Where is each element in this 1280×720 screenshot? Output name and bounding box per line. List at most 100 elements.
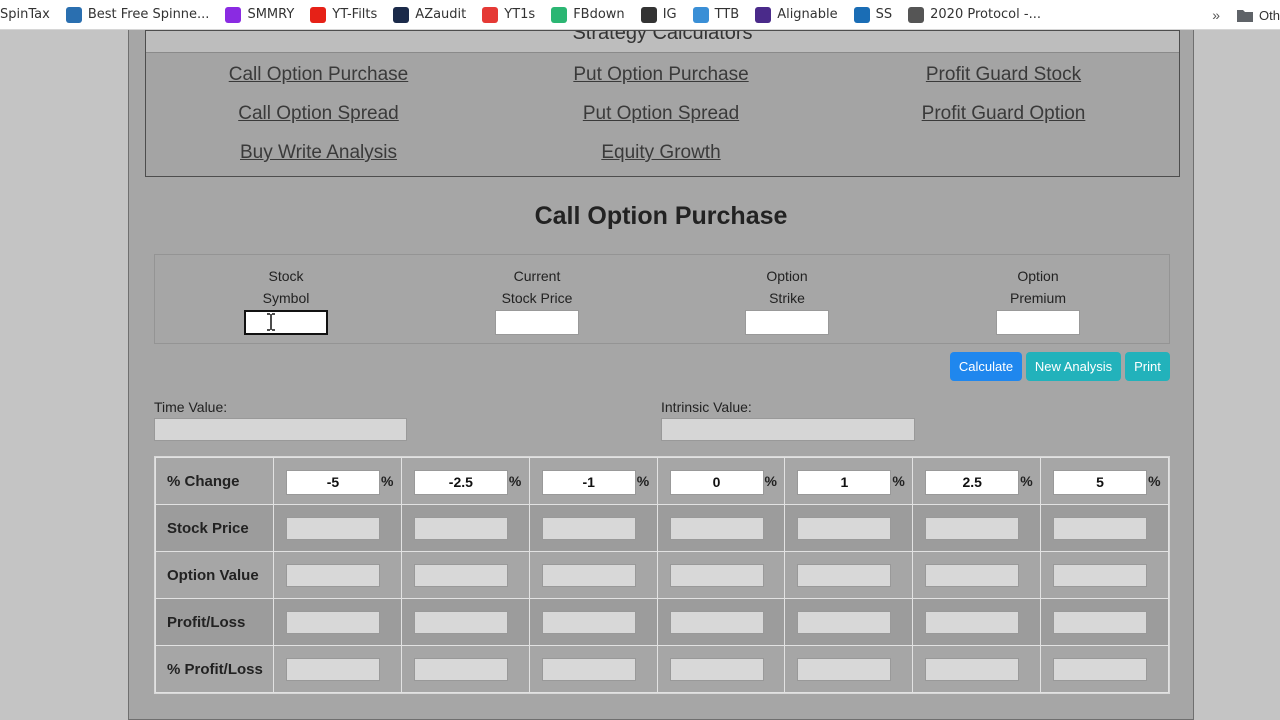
link-profit-guard-option[interactable]: Profit Guard Option [831, 103, 1176, 142]
bookmark-label: IG [662, 7, 677, 22]
pct-sign: % [892, 473, 905, 489]
pct-profit-loss-output [669, 658, 764, 681]
stock-price-output [797, 517, 892, 540]
bookmark-item[interactable]: YT-Filts [302, 0, 385, 29]
option-value-output [669, 564, 764, 587]
bookmark-item[interactable]: Alignable [747, 0, 845, 29]
intrinsic-value-label: Intrinsic Value: [661, 399, 752, 415]
globe-icon [908, 6, 925, 23]
current-stock-price-label-2: Stock Price [501, 290, 573, 306]
ig-icon [640, 6, 657, 23]
link-put-option-spread[interactable]: Put Option Spread [491, 103, 831, 142]
option-premium-input[interactable] [996, 310, 1080, 335]
bookmark-item[interactable]: 2020 Protocol -... [900, 0, 1049, 29]
stock-symbol-label-2: Symbol [262, 290, 310, 306]
bookmark-label: Best Free Spinne... [87, 7, 210, 22]
pct-change-input[interactable]: -5 [286, 470, 380, 495]
strategy-header-text: Strategy Calculators [572, 31, 753, 44]
pct-profit-loss-output [925, 658, 1020, 681]
current-stock-price-group: Current Stock Price [467, 265, 607, 335]
row-label-option-value: Option Value [155, 551, 274, 599]
bookmarks-overflow-icon[interactable]: » [1212, 0, 1220, 30]
bookmark-item[interactable]: YT1s [474, 0, 543, 29]
pct-sign: % [764, 473, 777, 489]
pct-profit-loss-output [286, 658, 380, 681]
link-call-option-spread[interactable]: Call Option Spread [146, 103, 491, 142]
text-cursor-icon [267, 313, 275, 331]
option-value-output [286, 564, 380, 587]
strategy-links: Call Option Purchase Put Option Purchase… [146, 53, 1179, 181]
stock-price-row: Stock Price [155, 504, 1169, 552]
bookmark-item[interactable]: IG [633, 0, 685, 29]
bookmark-item[interactable]: SpinTax [0, 0, 58, 29]
pct-change-input[interactable]: 0 [669, 470, 764, 495]
bookmark-item[interactable]: SMMRY [217, 0, 302, 29]
bookmark-label: AZaudit [415, 7, 467, 22]
time-value-field [154, 418, 407, 441]
option-premium-label-1: Option [1017, 268, 1059, 284]
option-value-output [797, 564, 892, 587]
print-button[interactable]: Print [1125, 352, 1170, 381]
link-put-option-purchase[interactable]: Put Option Purchase [491, 64, 831, 103]
strategy-header: Strategy Calculators [146, 31, 1179, 53]
pct-change-input[interactable]: -2.5 [413, 470, 508, 495]
row-label-pct-profit-loss: % Profit/Loss [155, 645, 274, 693]
option-value-output [925, 564, 1020, 587]
row-label-pct-change: % Change [155, 457, 274, 505]
link-profit-guard-stock[interactable]: Profit Guard Stock [831, 64, 1176, 103]
row-label-profit-loss: Profit/Loss [155, 598, 274, 646]
option-premium-group: Option Premium [968, 265, 1108, 335]
fbdown-icon [551, 6, 568, 23]
profit-loss-output [925, 611, 1020, 634]
option-strike-label-2: Strike [769, 290, 805, 306]
stock-price-output [541, 517, 636, 540]
pct-profit-loss-output [797, 658, 892, 681]
stock-symbol-input[interactable] [244, 310, 328, 335]
pct-change-input[interactable]: 2.5 [925, 470, 1020, 495]
pct-change-row: % Change -5% -2.5% -1% 0% 1% 2.5% 5% [155, 457, 1169, 505]
profit-loss-output [669, 611, 764, 634]
bookmark-item[interactable]: AZaudit [385, 0, 474, 29]
intrinsic-value-field [661, 418, 915, 441]
bookmark-item[interactable]: FBdown [543, 0, 632, 29]
bookmark-item[interactable]: TTB [685, 0, 748, 29]
link-empty [831, 142, 1176, 181]
link-call-option-purchase[interactable]: Call Option Purchase [146, 64, 491, 103]
pct-profit-loss-row: % Profit/Loss [155, 645, 1169, 693]
page-content: Strategy Calculators Call Option Purchas… [128, 30, 1194, 720]
bookmarks-bar: SpinTax Best Free Spinne... SMMRY YT-Filts A… [0, 0, 1280, 30]
bookmark-label: SMMRY [247, 7, 295, 22]
link-buy-write-analysis[interactable]: Buy Write Analysis [146, 142, 491, 181]
option-value-row: Option Value [155, 551, 1169, 599]
other-bookmarks[interactable]: Oth [1233, 0, 1280, 30]
option-value-output [413, 564, 508, 587]
pct-change-input[interactable]: 1 [797, 470, 892, 495]
bookmark-label: Alignable [777, 7, 838, 22]
row-label-stock-price: Stock Price [155, 504, 274, 552]
pct-profit-loss-output [541, 658, 636, 681]
pct-sign: % [508, 473, 522, 489]
pct-change-input[interactable]: -1 [541, 470, 636, 495]
bookmark-item[interactable]: SS [846, 0, 901, 29]
results-grid: % Change -5% -2.5% -1% 0% 1% 2.5% 5% Sto… [154, 456, 1170, 694]
profit-loss-output [797, 611, 892, 634]
other-bookmarks-label: Oth [1259, 7, 1280, 23]
stock-price-output [286, 517, 380, 540]
bookmark-item[interactable]: Best Free Spinne... [58, 0, 218, 29]
link-equity-growth[interactable]: Equity Growth [491, 142, 831, 181]
bookmark-label: YT-Filts [332, 7, 378, 22]
bookmark-label: 2020 Protocol -... [930, 7, 1041, 22]
new-analysis-button[interactable]: New Analysis [1026, 352, 1121, 381]
page-title: Call Option Purchase [534, 202, 788, 230]
option-strike-input[interactable] [745, 310, 829, 335]
calculate-button[interactable]: Calculate [950, 352, 1022, 381]
stock-symbol-group: Stock Symbol [216, 265, 356, 335]
option-value-output [541, 564, 636, 587]
pct-change-input[interactable]: 5 [1053, 470, 1148, 495]
pct-sign: % [636, 473, 650, 489]
pct-profit-loss-output [413, 658, 508, 681]
option-strike-label-1: Option [766, 268, 808, 284]
option-premium-label-2: Premium [1009, 290, 1066, 306]
current-stock-price-input[interactable] [495, 310, 579, 335]
profit-loss-row: Profit/Loss [155, 598, 1169, 646]
